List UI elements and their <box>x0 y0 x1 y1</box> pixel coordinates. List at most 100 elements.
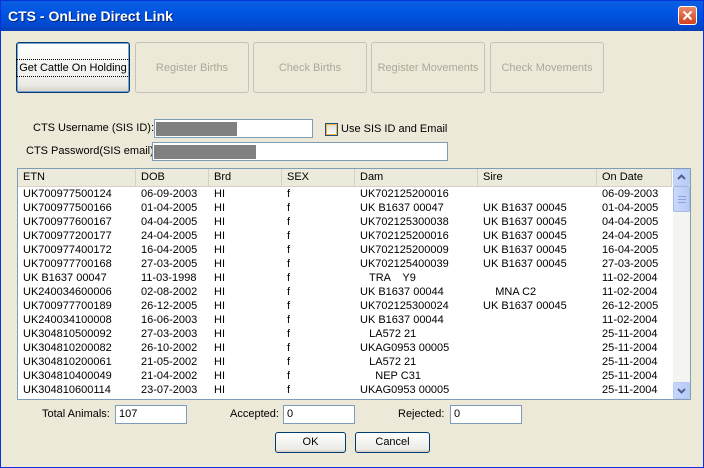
cell-sire <box>478 187 597 201</box>
title-bar[interactable]: CTS - OnLine Direct Link <box>1 1 703 31</box>
scroll-up-button[interactable] <box>673 169 690 186</box>
table-row[interactable]: UK700977500124 06-09-2003 HI f UK70212520001… <box>18 187 672 201</box>
cell-dam: UK702125200016 <box>360 188 449 200</box>
cell-dob: 27-03-2005 <box>141 258 198 270</box>
password-field[interactable] <box>152 142 448 161</box>
cattle-list[interactable]: ETN DOB Brd SEX Dam Sire On Date UK70097… <box>17 168 691 400</box>
col-header-dob[interactable]: DOB <box>136 169 209 186</box>
close-icon <box>682 10 693 21</box>
col-header-brd[interactable]: Brd <box>209 169 282 186</box>
cell-dam: UK702125300038 <box>360 216 449 228</box>
cell-sire: UK B1637 00045 <box>483 300 567 312</box>
cell-dam: UKAG0953 00005 <box>360 384 450 396</box>
use-sis-checkbox[interactable] <box>325 123 338 136</box>
get-cattle-on-holding-button[interactable]: Get Cattle On Holding <box>16 42 130 93</box>
cell-dam: UK B1637 00047 <box>360 202 444 214</box>
cell-sex: f <box>287 356 291 368</box>
username-label: CTS Username (SIS ID): <box>33 122 155 134</box>
register-births-button[interactable]: Register Births <box>135 42 249 93</box>
cell-brd: HI <box>214 202 225 214</box>
close-button[interactable] <box>678 6 697 25</box>
arrow-up-icon <box>677 174 686 180</box>
col-header-sex[interactable]: SEX <box>282 169 355 186</box>
table-row[interactable]: UK240034600006 02-08-2002 HI f UK B1637 0004… <box>18 285 672 299</box>
table-row[interactable]: UK240034100008 16-06-2003 HI f UK B1637 0004… <box>18 313 672 327</box>
cell-sex: f <box>287 300 291 312</box>
cell-etn: UK304810400049 <box>23 370 112 382</box>
arrow-down-icon <box>677 388 686 394</box>
cell-etn: UK700977700168 <box>23 258 112 270</box>
cell-dam: UK702125400039 <box>360 258 449 270</box>
cell-on-date: 25-11-2004 <box>602 356 658 368</box>
cell-dob: 27-03-2003 <box>141 328 198 340</box>
cell-sex: f <box>287 342 291 354</box>
cell-etn: UK700977500124 <box>23 188 112 200</box>
table-row[interactable]: UK700977400172 16-04-2005 HI f UK70212520000… <box>18 243 672 257</box>
table-row[interactable]: UK304810200061 21-05-2002 HI f LA572 21 25-1… <box>18 355 672 369</box>
cell-brd: HI <box>214 230 225 242</box>
username-field[interactable] <box>154 119 313 138</box>
rejected-field[interactable]: 0 <box>450 405 522 424</box>
scroll-down-button[interactable] <box>673 382 690 399</box>
cell-on-date: 25-11-2004 <box>602 328 658 340</box>
cell-dam: UKAG0953 00005 <box>360 342 450 354</box>
cell-sire: UK B1637 00045 <box>483 216 567 228</box>
cell-sire: UK B1637 00045 <box>483 230 567 242</box>
cell-on-date: 11-02-2004 <box>602 286 658 298</box>
cell-sire: UK B1637 00045 <box>483 202 567 214</box>
table-row[interactable]: UK700977500166 01-04-2005 HI f UK B1637 0004… <box>18 201 672 215</box>
cancel-button[interactable]: Cancel <box>355 432 430 453</box>
cell-dam: UK B1637 00044 <box>360 314 444 326</box>
cell-etn: UK B1637 00047 <box>23 272 107 284</box>
cell-dob: 01-04-2005 <box>141 202 198 214</box>
col-header-dam[interactable]: Dam <box>355 169 478 186</box>
cell-dob: 06-09-2003 <box>141 188 198 200</box>
scroll-thumb[interactable] <box>673 186 690 212</box>
total-animals-field[interactable]: 107 <box>115 405 187 424</box>
cell-sire <box>478 341 597 355</box>
table-row[interactable]: UK700977700189 26-12-2005 HI f UK70212530002… <box>18 299 672 313</box>
grip-line <box>678 202 686 203</box>
accepted-field[interactable]: 0 <box>283 405 355 424</box>
col-header-etn[interactable]: ETN <box>18 169 136 186</box>
cell-etn: UK304810200082 <box>23 342 112 354</box>
cell-sex: f <box>287 202 291 214</box>
cell-dob: 21-05-2002 <box>141 356 198 368</box>
col-header-on-date[interactable]: On Date <box>597 169 672 186</box>
check-movements-button[interactable]: Check Movements <box>490 42 604 93</box>
cell-dob: 02-08-2002 <box>141 286 198 298</box>
table-row[interactable]: UK B1637 00047 11-03-1998 HI f TRA Y9 11-02-… <box>18 271 672 285</box>
rejected-label: Rejected: <box>398 408 445 420</box>
cell-sex: f <box>287 230 291 242</box>
use-sis-label[interactable]: Use SIS ID and Email <box>341 123 447 135</box>
register-movements-button[interactable]: Register Movements <box>371 42 485 93</box>
cell-sex: f <box>287 216 291 228</box>
cell-sex: f <box>287 258 291 270</box>
table-row[interactable]: UK304810400049 21-04-2002 HI f NEP C31 25-11… <box>18 369 672 383</box>
vertical-scrollbar[interactable] <box>673 169 690 399</box>
cell-on-date: 11-02-2004 <box>602 272 658 284</box>
table-row[interactable]: UK304810200082 26-10-2002 HI f UKAG0953 0000… <box>18 341 672 355</box>
cell-etn: UK304810500092 <box>23 328 112 340</box>
table-row[interactable]: UK304810500092 27-03-2003 HI f LA572 21 25-1… <box>18 327 672 341</box>
table-row[interactable]: UK700977600167 04-04-2005 HI f UK70212530003… <box>18 215 672 229</box>
table-row[interactable]: UK304810600114 23-07-2003 HI f UKAG0953 0000… <box>18 383 672 397</box>
cell-dob: 16-04-2005 <box>141 244 198 256</box>
col-header-sire[interactable]: Sire <box>478 169 597 186</box>
cell-brd: HI <box>214 216 225 228</box>
cell-sire: MNA C2 <box>483 286 537 298</box>
app-window: CTS - OnLine Direct Link Get Cattle On H… <box>0 0 704 468</box>
cell-brd: HI <box>214 272 225 284</box>
ok-button[interactable]: OK <box>275 432 346 453</box>
total-animals-label: Total Animals: <box>42 408 110 420</box>
table-row[interactable]: UK700977200177 24-04-2005 HI f UK70212520001… <box>18 229 672 243</box>
cell-on-date: 25-11-2004 <box>602 342 658 354</box>
cell-dam: UK702125200016 <box>360 230 449 242</box>
username-redaction <box>156 122 237 136</box>
check-births-button[interactable]: Check Births <box>253 42 367 93</box>
cell-dam: UK702125200009 <box>360 244 449 256</box>
grip-line <box>678 196 686 197</box>
list-header: ETN DOB Brd SEX Dam Sire On Date <box>18 169 672 187</box>
cell-on-date: 27-03-2005 <box>602 258 659 270</box>
table-row[interactable]: UK700977700168 27-03-2005 HI f UK70212540003… <box>18 257 672 271</box>
